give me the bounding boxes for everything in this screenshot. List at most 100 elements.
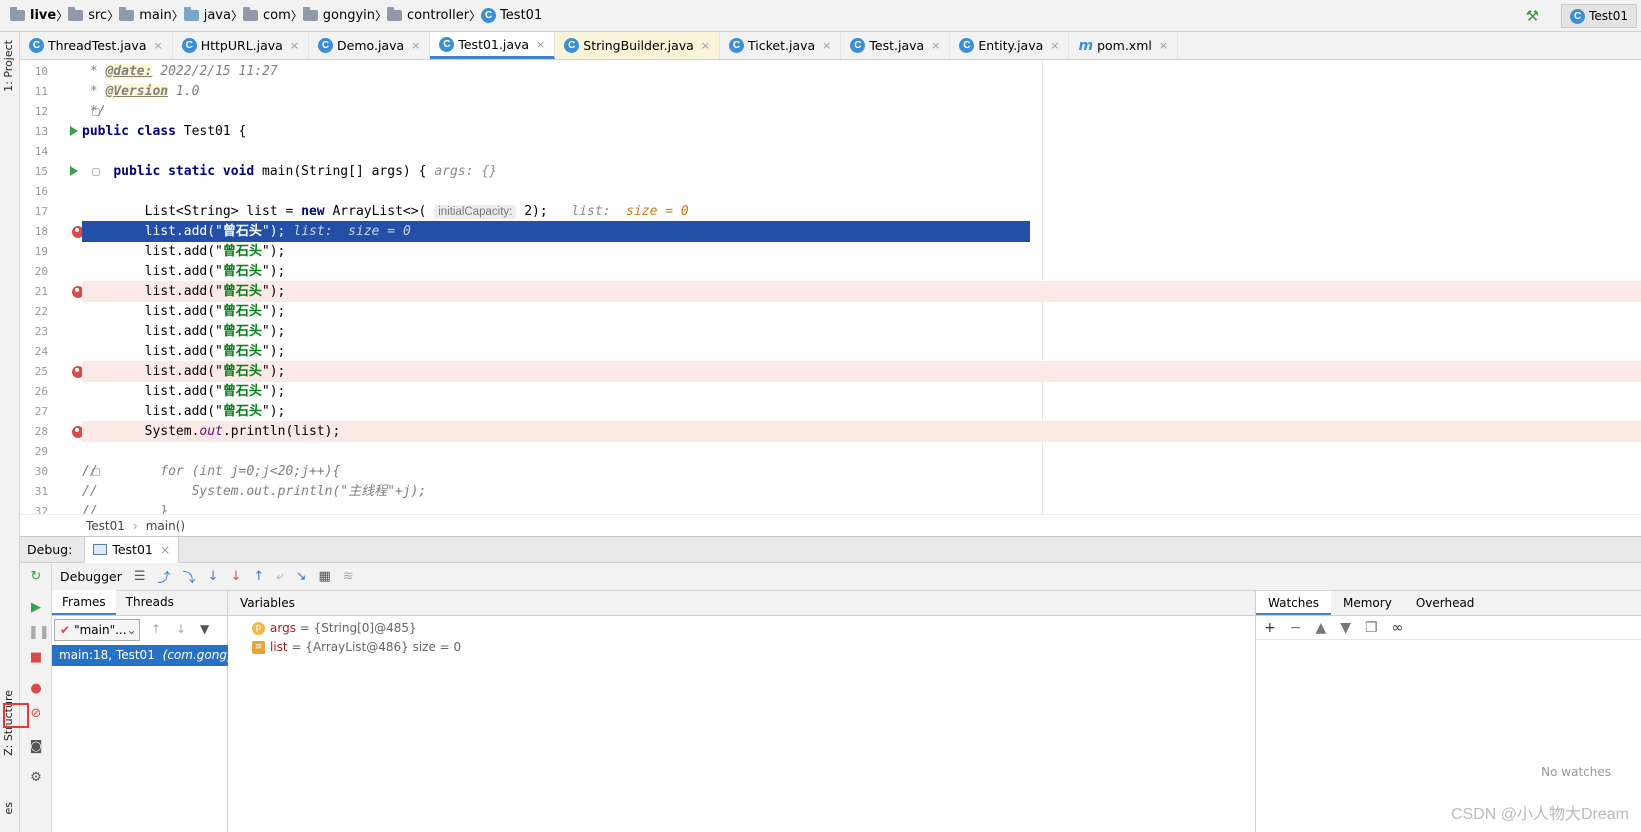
code-text: list.add("曾石头"); <box>82 304 286 319</box>
editor-tab[interactable]: C Demo.java × <box>309 32 431 59</box>
frame-down-icon[interactable]: ↓ <box>176 622 186 636</box>
code-line[interactable]: 19 list.add("曾石头"); <box>20 241 1641 262</box>
close-icon[interactable]: × <box>536 38 545 51</box>
run-configuration-select[interactable]: C Test01 <box>1561 4 1637 28</box>
code-editor[interactable]: 10 * @date: 2022/2/15 11:27 11 * @Version… <box>20 60 1641 536</box>
threads-tab[interactable]: Threads <box>116 590 184 615</box>
layout-icon[interactable]: ☰ <box>134 569 146 584</box>
breadcrumb-item[interactable]: java <box>183 7 231 23</box>
move-up-icon[interactable]: ▲ <box>1315 620 1326 636</box>
run-gutter-icon[interactable] <box>70 166 78 176</box>
editor-tab[interactable]: C Test01.java × <box>430 32 556 59</box>
project-tool-tab[interactable]: 1: Project <box>2 40 15 92</box>
breadcrumb-item[interactable]: main <box>119 7 172 23</box>
breadcrumb-item[interactable]: com <box>242 7 291 23</box>
code-line[interactable]: 10 * @date: 2022/2/15 11:27 <box>20 61 1641 82</box>
close-icon[interactable]: × <box>154 39 163 52</box>
code-line[interactable]: 25 list.add("曾石头"); <box>20 361 1641 382</box>
breadcrumb-class[interactable]: Test01 <box>86 519 125 533</box>
close-icon[interactable]: × <box>931 39 940 52</box>
line-number: 27 <box>34 405 48 418</box>
breadcrumb-method[interactable]: main() <box>146 519 185 533</box>
variable-row[interactable]: p args = {String[0]@485} <box>252 618 417 638</box>
remove-watch-icon[interactable]: − <box>1290 620 1302 636</box>
editor-tab[interactable]: C Ticket.java × <box>720 32 842 59</box>
close-icon[interactable]: × <box>160 542 170 557</box>
move-down-icon[interactable]: ▼ <box>1340 620 1351 636</box>
close-icon[interactable]: × <box>1159 39 1168 52</box>
resume-icon[interactable]: ▶ <box>28 600 44 616</box>
stop-icon[interactable]: ■ <box>28 650 44 666</box>
debug-label: Debug: <box>27 542 73 557</box>
code-line[interactable]: 16 <box>20 181 1641 202</box>
code-line[interactable]: 15 public static void main(String[] args… <box>20 161 1641 182</box>
code-line[interactable]: 11 * @Version 1.0 <box>20 81 1641 102</box>
glasses-icon[interactable]: ∞ <box>1392 620 1404 636</box>
close-icon[interactable]: × <box>411 39 420 52</box>
editor-tab[interactable]: C HttpURL.java × <box>173 32 310 59</box>
frame-up-icon[interactable]: ↑ <box>151 622 161 636</box>
drop-frame-icon[interactable]: ⤶ <box>276 569 283 584</box>
debugger-tab[interactable]: Debugger <box>60 569 122 584</box>
watches-tab[interactable]: Overhead <box>1404 591 1487 615</box>
copy-icon[interactable]: ❐ <box>1365 620 1378 636</box>
breadcrumb-item[interactable]: C Test01 <box>481 8 542 23</box>
run-to-cursor-icon[interactable]: ↘ <box>296 569 307 584</box>
close-icon[interactable]: × <box>1050 39 1059 52</box>
watches-tab[interactable]: Memory <box>1331 591 1404 615</box>
breadcrumb-item[interactable]: gongyin <box>302 7 375 23</box>
code-line[interactable]: 14 <box>20 141 1641 162</box>
thread-selector[interactable]: ✔ "main"... ⌄ <box>54 619 140 641</box>
rerun-icon[interactable]: ↻ <box>28 569 44 585</box>
close-icon[interactable]: × <box>701 39 710 52</box>
code-line[interactable]: 21 list.add("曾石头"); <box>20 281 1641 302</box>
show-execution-point-icon[interactable]: ⤴ <box>158 567 171 586</box>
breadcrumb-item[interactable]: controller <box>387 7 469 23</box>
force-step-into-icon[interactable]: ↓ <box>230 569 241 584</box>
code-line[interactable]: 13 public class Test01 { <box>20 121 1641 142</box>
code-line[interactable]: 20 list.add("曾石头"); <box>20 261 1641 282</box>
mute-breakpoints-icon[interactable]: ⊘ <box>28 706 44 722</box>
frame-row[interactable]: main:18, Test01 (com.gongyin <box>52 645 228 666</box>
code-line[interactable]: 17 List<String> list = new ArrayList<>( … <box>20 201 1641 222</box>
step-out-icon[interactable]: ↑ <box>253 569 264 584</box>
code-line[interactable]: 31 // System.out.println("主线程"+j); <box>20 481 1641 502</box>
breadcrumb-item[interactable]: src <box>68 7 107 23</box>
camera-icon[interactable]: ◙ <box>28 739 44 755</box>
code-line[interactable]: 22 list.add("曾石头"); <box>20 301 1641 322</box>
pause-icon[interactable]: ❚❚ <box>28 625 50 641</box>
view-breakpoints-icon[interactable]: ● <box>28 681 44 697</box>
favorites-tool-tab[interactable]: es <box>2 802 15 815</box>
editor-tab[interactable]: C Test.java × <box>841 32 951 59</box>
code-line[interactable]: 23 list.add("曾石头"); <box>20 321 1641 342</box>
filter-icon[interactable]: ▼ <box>200 622 209 636</box>
code-line[interactable]: 27 list.add("曾石头"); <box>20 401 1641 422</box>
watches-tab[interactable]: Watches <box>1256 591 1331 615</box>
code-line[interactable]: 12 */ <box>20 101 1641 122</box>
step-into-icon[interactable]: ↓ <box>208 569 219 584</box>
breadcrumb-item[interactable]: live <box>10 7 56 23</box>
code-line[interactable]: 18 list.add("曾石头"); list: size = 0 <box>20 221 1641 242</box>
add-watch-icon[interactable]: + <box>1264 620 1276 636</box>
code-line[interactable]: 24 list.add("曾石头"); <box>20 341 1641 362</box>
editor-tab[interactable]: C StringBuilder.java × <box>555 32 721 59</box>
evaluate-icon[interactable]: ▦ <box>318 569 330 584</box>
editor-tab[interactable]: C ThreadTest.java × <box>20 32 173 59</box>
close-icon[interactable]: × <box>822 39 831 52</box>
code-line[interactable]: 26 list.add("曾石头"); <box>20 381 1641 402</box>
trace-icon[interactable]: ≋ <box>343 569 354 584</box>
settings-gear-icon[interactable]: ⚙ <box>28 770 44 786</box>
build-hammer-icon[interactable]: ⚒ <box>1526 7 1539 25</box>
variable-row[interactable]: ≡ list = {ArrayList@486} size = 0 <box>252 637 461 657</box>
code-line[interactable]: 30 // for (int j=0;j<20;j++){ <box>20 461 1641 482</box>
editor-tab[interactable]: m pom.xml × <box>1069 32 1179 59</box>
run-gutter-icon[interactable] <box>70 126 78 136</box>
debug-session-tab[interactable]: Test01 × <box>84 536 180 563</box>
code-line[interactable]: 29 <box>20 441 1641 462</box>
code-line[interactable]: 28 System.out.println(list); <box>20 421 1641 442</box>
editor-tab[interactable]: C Entity.java × <box>950 32 1070 59</box>
frames-tab[interactable]: Frames <box>52 590 116 615</box>
step-over-icon[interactable]: ⤵ <box>183 567 196 586</box>
close-icon[interactable]: × <box>290 39 299 52</box>
